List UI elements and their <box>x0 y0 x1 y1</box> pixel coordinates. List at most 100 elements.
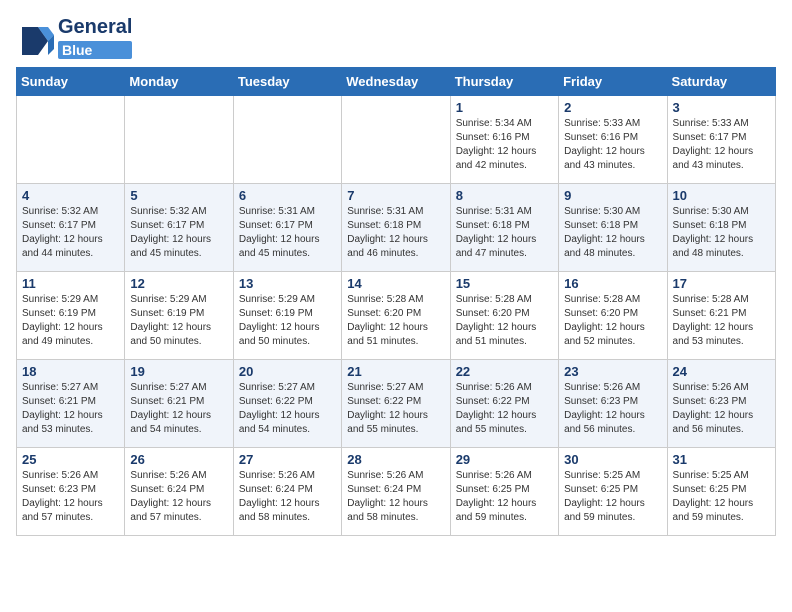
day-cell: 23 Sunrise: 5:26 AM Sunset: 6:23 PM Dayli… <box>559 360 667 448</box>
day-number: 24 <box>673 364 770 379</box>
day-info: Sunrise: 5:31 AM Sunset: 6:17 PM Dayligh… <box>239 205 336 261</box>
day-cell: 16 Sunrise: 5:28 AM Sunset: 6:20 PM Dayli… <box>559 272 667 360</box>
day-cell: 9 Sunrise: 5:30 AM Sunset: 6:18 PM Daylig… <box>559 184 667 272</box>
day-info: Sunrise: 5:26 AM Sunset: 6:25 PM Dayligh… <box>456 469 553 525</box>
day-info: Sunrise: 5:29 AM Sunset: 6:19 PM Dayligh… <box>130 293 227 349</box>
day-info: Sunrise: 5:27 AM Sunset: 6:22 PM Dayligh… <box>347 381 444 437</box>
day-number: 9 <box>564 188 661 203</box>
week-row-2: 4 Sunrise: 5:32 AM Sunset: 6:17 PM Daylig… <box>17 184 776 272</box>
day-info: Sunrise: 5:26 AM Sunset: 6:24 PM Dayligh… <box>130 469 227 525</box>
header-tuesday: Tuesday <box>233 68 341 96</box>
day-info: Sunrise: 5:29 AM Sunset: 6:19 PM Dayligh… <box>239 293 336 349</box>
day-cell: 2Sunrise: 5:33 AM Sunset: 6:16 PM Daylig… <box>559 96 667 184</box>
day-info: Sunrise: 5:28 AM Sunset: 6:20 PM Dayligh… <box>564 293 661 349</box>
day-cell: 28 Sunrise: 5:26 AM Sunset: 6:24 PM Dayli… <box>342 448 450 536</box>
day-cell <box>233 96 341 184</box>
logo: General Blue <box>16 16 132 59</box>
day-info: Sunrise: 5:31 AM Sunset: 6:18 PM Dayligh… <box>456 205 553 261</box>
day-number: 25 <box>22 452 119 467</box>
day-cell <box>342 96 450 184</box>
day-number: 2 <box>564 100 661 115</box>
day-number: 4 <box>22 188 119 203</box>
day-info: Sunrise: 5:26 AM Sunset: 6:22 PM Dayligh… <box>456 381 553 437</box>
header-saturday: Saturday <box>667 68 775 96</box>
day-info: Sunrise: 5:26 AM Sunset: 6:24 PM Dayligh… <box>239 469 336 525</box>
day-number: 10 <box>673 188 770 203</box>
day-cell: 14 Sunrise: 5:28 AM Sunset: 6:20 PM Dayli… <box>342 272 450 360</box>
day-number: 30 <box>564 452 661 467</box>
day-info: Sunrise: 5:33 AM Sunset: 6:17 PM Dayligh… <box>673 117 770 173</box>
day-number: 23 <box>564 364 661 379</box>
day-info: Sunrise: 5:28 AM Sunset: 6:21 PM Dayligh… <box>673 293 770 349</box>
day-number: 21 <box>347 364 444 379</box>
day-info: Sunrise: 5:32 AM Sunset: 6:17 PM Dayligh… <box>22 205 119 261</box>
day-info: Sunrise: 5:28 AM Sunset: 6:20 PM Dayligh… <box>347 293 444 349</box>
logo-general-text: General <box>58 16 132 39</box>
day-info: Sunrise: 5:31 AM Sunset: 6:18 PM Dayligh… <box>347 205 444 261</box>
day-number: 18 <box>22 364 119 379</box>
week-row-3: 11 Sunrise: 5:29 AM Sunset: 6:19 PM Dayli… <box>17 272 776 360</box>
week-row-4: 18 Sunrise: 5:27 AM Sunset: 6:21 PM Dayli… <box>17 360 776 448</box>
day-number: 28 <box>347 452 444 467</box>
week-row-5: 25 Sunrise: 5:26 AM Sunset: 6:23 PM Dayli… <box>17 448 776 536</box>
day-info: Sunrise: 5:29 AM Sunset: 6:19 PM Dayligh… <box>22 293 119 349</box>
day-info: Sunrise: 5:30 AM Sunset: 6:18 PM Dayligh… <box>564 205 661 261</box>
day-info: Sunrise: 5:26 AM Sunset: 6:23 PM Dayligh… <box>564 381 661 437</box>
day-number: 19 <box>130 364 227 379</box>
day-cell: 10Sunrise: 5:30 AM Sunset: 6:18 PM Dayli… <box>667 184 775 272</box>
day-number: 22 <box>456 364 553 379</box>
day-info: Sunrise: 5:25 AM Sunset: 6:25 PM Dayligh… <box>673 469 770 525</box>
day-info: Sunrise: 5:26 AM Sunset: 6:23 PM Dayligh… <box>673 381 770 437</box>
header-row: SundayMondayTuesdayWednesdayThursdayFrid… <box>17 68 776 96</box>
day-cell: 6 Sunrise: 5:31 AM Sunset: 6:17 PM Daylig… <box>233 184 341 272</box>
day-cell: 25 Sunrise: 5:26 AM Sunset: 6:23 PM Dayli… <box>17 448 125 536</box>
day-cell: 5 Sunrise: 5:32 AM Sunset: 6:17 PM Daylig… <box>125 184 233 272</box>
calendar-table: SundayMondayTuesdayWednesdayThursdayFrid… <box>16 67 776 536</box>
day-cell: 3Sunrise: 5:33 AM Sunset: 6:17 PM Daylig… <box>667 96 775 184</box>
day-cell: 31Sunrise: 5:25 AM Sunset: 6:25 PM Dayli… <box>667 448 775 536</box>
day-info: Sunrise: 5:25 AM Sunset: 6:25 PM Dayligh… <box>564 469 661 525</box>
page-header: General Blue <box>16 16 776 59</box>
day-number: 7 <box>347 188 444 203</box>
day-cell: 7 Sunrise: 5:31 AM Sunset: 6:18 PM Daylig… <box>342 184 450 272</box>
header-wednesday: Wednesday <box>342 68 450 96</box>
day-cell: 18 Sunrise: 5:27 AM Sunset: 6:21 PM Dayli… <box>17 360 125 448</box>
day-cell: 20 Sunrise: 5:27 AM Sunset: 6:22 PM Dayli… <box>233 360 341 448</box>
day-number: 14 <box>347 276 444 291</box>
header-monday: Monday <box>125 68 233 96</box>
day-cell: 24 Sunrise: 5:26 AM Sunset: 6:23 PM Dayli… <box>667 360 775 448</box>
day-info: Sunrise: 5:26 AM Sunset: 6:24 PM Dayligh… <box>347 469 444 525</box>
day-number: 11 <box>22 276 119 291</box>
day-cell: 19 Sunrise: 5:27 AM Sunset: 6:21 PM Dayli… <box>125 360 233 448</box>
day-cell: 29 Sunrise: 5:26 AM Sunset: 6:25 PM Dayli… <box>450 448 558 536</box>
day-cell: 15 Sunrise: 5:28 AM Sunset: 6:20 PM Dayli… <box>450 272 558 360</box>
day-info: Sunrise: 5:27 AM Sunset: 6:21 PM Dayligh… <box>130 381 227 437</box>
day-number: 29 <box>456 452 553 467</box>
day-cell: 4 Sunrise: 5:32 AM Sunset: 6:17 PM Daylig… <box>17 184 125 272</box>
day-number: 12 <box>130 276 227 291</box>
day-number: 1 <box>456 100 553 115</box>
day-info: Sunrise: 5:26 AM Sunset: 6:23 PM Dayligh… <box>22 469 119 525</box>
day-cell: 27 Sunrise: 5:26 AM Sunset: 6:24 PM Dayli… <box>233 448 341 536</box>
logo-icon <box>16 19 54 57</box>
day-info: Sunrise: 5:28 AM Sunset: 6:20 PM Dayligh… <box>456 293 553 349</box>
header-friday: Friday <box>559 68 667 96</box>
day-cell <box>125 96 233 184</box>
day-number: 27 <box>239 452 336 467</box>
day-number: 16 <box>564 276 661 291</box>
day-info: Sunrise: 5:27 AM Sunset: 6:22 PM Dayligh… <box>239 381 336 437</box>
day-cell: 17 Sunrise: 5:28 AM Sunset: 6:21 PM Dayli… <box>667 272 775 360</box>
day-number: 5 <box>130 188 227 203</box>
day-number: 26 <box>130 452 227 467</box>
day-cell: 11 Sunrise: 5:29 AM Sunset: 6:19 PM Dayli… <box>17 272 125 360</box>
logo-blue-text: Blue <box>58 41 132 59</box>
day-number: 17 <box>673 276 770 291</box>
day-number: 6 <box>239 188 336 203</box>
day-number: 8 <box>456 188 553 203</box>
day-cell: 26 Sunrise: 5:26 AM Sunset: 6:24 PM Dayli… <box>125 448 233 536</box>
day-number: 15 <box>456 276 553 291</box>
day-info: Sunrise: 5:32 AM Sunset: 6:17 PM Dayligh… <box>130 205 227 261</box>
day-cell: 1Sunrise: 5:34 AM Sunset: 6:16 PM Daylig… <box>450 96 558 184</box>
day-number: 20 <box>239 364 336 379</box>
day-info: Sunrise: 5:27 AM Sunset: 6:21 PM Dayligh… <box>22 381 119 437</box>
